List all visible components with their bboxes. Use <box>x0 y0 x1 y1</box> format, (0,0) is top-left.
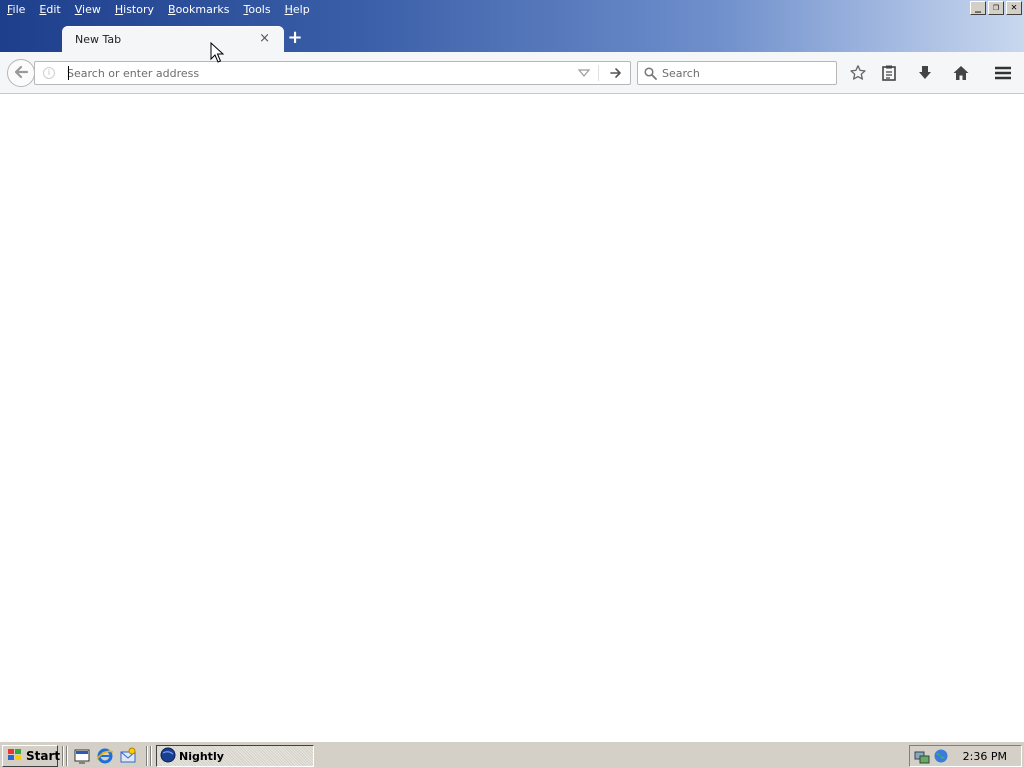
search-icon <box>644 67 657 83</box>
title-bar: File Edit View History Bookmarks Tools H… <box>0 0 1024 53</box>
taskbar: Start Nightly 2:36 PM <box>0 741 1024 768</box>
taskbar-separator <box>150 746 152 766</box>
search-bar[interactable] <box>637 61 837 85</box>
search-input[interactable] <box>662 64 832 82</box>
desktop-icon[interactable] <box>73 747 91 765</box>
url-input[interactable] <box>67 64 567 82</box>
globe-icon[interactable] <box>933 748 949 767</box>
windows-logo-icon <box>7 748 23 765</box>
menu-bar: File Edit View History Bookmarks Tools H… <box>0 0 317 20</box>
text-caret <box>68 66 69 80</box>
outlook-icon[interactable] <box>119 747 137 765</box>
new-tab-button[interactable]: + <box>287 28 303 48</box>
bookmark-star-icon[interactable] <box>848 63 868 83</box>
start-button[interactable]: Start <box>2 745 61 767</box>
taskbar-nightly-label: Nightly <box>179 749 224 763</box>
hamburger-menu-icon[interactable] <box>993 63 1013 83</box>
menu-bookmarks[interactable]: Bookmarks <box>161 0 236 20</box>
internet-explorer-icon[interactable] <box>96 747 114 765</box>
menu-edit[interactable]: Edit <box>32 0 67 20</box>
go-arrow-icon[interactable] <box>605 64 627 82</box>
minimize-button[interactable]: _ <box>970 1 986 15</box>
site-info-icon[interactable]: i <box>43 67 55 79</box>
home-icon[interactable] <box>951 63 971 83</box>
back-arrow-icon <box>13 65 29 82</box>
mouse-cursor-icon <box>210 41 225 67</box>
tab-new-tab[interactable]: New Tab × <box>62 26 284 53</box>
menu-view[interactable]: View <box>68 0 108 20</box>
window-controls: _ ❐ ✕ <box>970 1 1022 15</box>
navigation-toolbar: i <box>0 52 1024 94</box>
page-content-area[interactable] <box>0 95 1024 740</box>
menu-history[interactable]: History <box>108 0 161 20</box>
taskbar-separator <box>62 746 64 766</box>
menu-tools[interactable]: Tools <box>236 0 277 20</box>
url-dropdown-icon[interactable] <box>577 67 591 79</box>
nightly-globe-icon <box>160 747 176 766</box>
menu-file[interactable]: File <box>0 0 32 20</box>
taskbar-nightly-button[interactable]: Nightly <box>156 745 314 767</box>
menu-help[interactable]: Help <box>278 0 317 20</box>
tab-title: New Tab <box>75 33 122 46</box>
network-icon[interactable] <box>914 748 930 767</box>
reading-list-icon[interactable] <box>879 63 899 83</box>
restore-button[interactable]: ❐ <box>988 1 1004 15</box>
tab-close-icon[interactable]: × <box>259 31 270 46</box>
taskbar-separator <box>66 746 68 766</box>
close-window-button[interactable]: ✕ <box>1006 1 1022 15</box>
download-icon[interactable] <box>915 63 935 83</box>
url-bar[interactable]: i <box>34 61 631 85</box>
back-button[interactable] <box>7 59 35 87</box>
url-separator <box>598 65 599 81</box>
system-tray: 2:36 PM <box>909 745 1022 767</box>
clock: 2:36 PM <box>962 750 1007 763</box>
taskbar-separator <box>146 746 148 766</box>
start-label: Start <box>26 749 61 763</box>
